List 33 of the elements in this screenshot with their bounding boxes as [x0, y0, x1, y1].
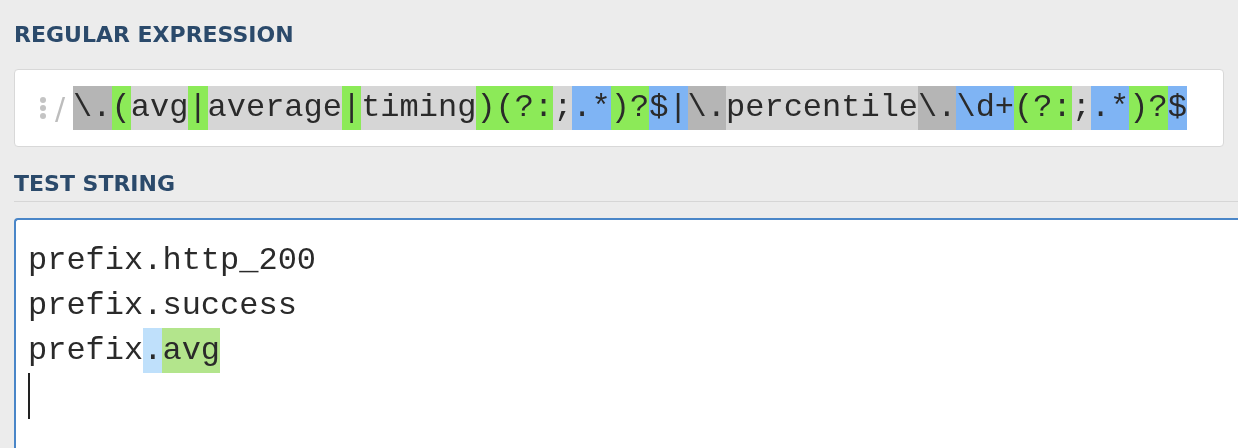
literal-token: percentile	[726, 88, 919, 128]
quantifier-token: $|	[649, 86, 688, 130]
group-token: )(?:	[476, 86, 554, 130]
group-token: |	[341, 86, 362, 130]
test-text: prefix.http_200	[28, 241, 317, 281]
group-token: |	[188, 86, 208, 130]
text-cursor-icon	[28, 373, 30, 419]
literal-token: avg	[130, 88, 189, 128]
group-token: (?:	[1014, 86, 1072, 130]
test-text: prefix	[28, 331, 144, 371]
escape-token: \.	[73, 86, 112, 130]
group-token: )?	[610, 86, 650, 130]
group-token: )?	[1129, 86, 1168, 130]
escape-token: \.	[918, 86, 957, 130]
group-match-highlight: avg	[162, 328, 221, 373]
test-text: prefix.success	[28, 286, 297, 326]
section-heading: REGULAR EXPRESSION	[14, 21, 294, 49]
quantifier-token: .*	[1090, 86, 1130, 130]
regex-field[interactable]: / \.(avg|average|timing)(?:;.*)?$|\.percentile\.\d+(?:;.*)?$	[14, 69, 1224, 147]
match-highlight: .	[143, 328, 163, 373]
quantifier-token: \d+	[956, 86, 1015, 130]
test-string-field[interactable]: prefix.http_200 prefix.success prefix.avg	[14, 218, 1238, 448]
drag-handle-icon[interactable]	[39, 97, 47, 119]
literal-token: ;	[1071, 88, 1091, 128]
literal-token: average	[207, 88, 342, 128]
section-heading: TEST STRING	[14, 170, 175, 198]
literal-token: timing	[361, 88, 477, 128]
literal-token: ;	[553, 88, 573, 128]
quantifier-token: $	[1167, 86, 1187, 130]
regex-delimiter: /	[55, 90, 66, 126]
group-token: (	[111, 86, 131, 130]
escape-token: \.	[687, 86, 726, 130]
quantifier-token: .*	[572, 86, 611, 130]
